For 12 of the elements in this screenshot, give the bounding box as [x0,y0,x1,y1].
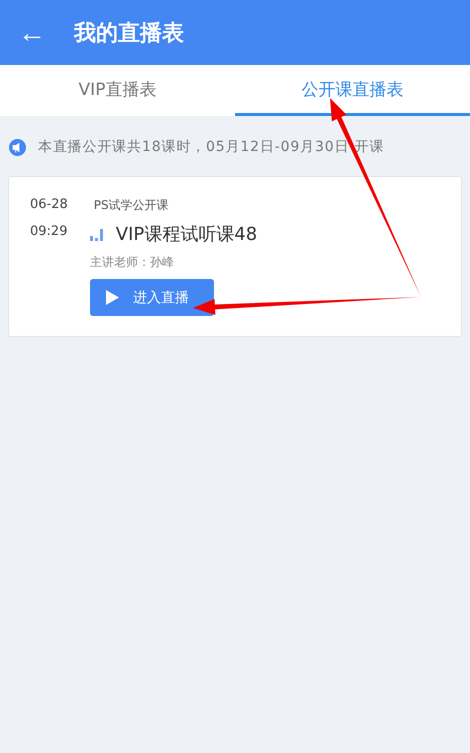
lesson-category: PS试学公开课 [94,197,169,214]
play-icon [106,290,119,305]
lesson-title: VIP课程试听课48 [116,223,258,246]
signal-bars-icon [90,227,104,241]
notice-text: 本直播公开课共18课时，05月12日-09月30日 开课 [38,138,384,156]
page-title: 我的直播表 [74,20,184,48]
lesson-time: 09:29 [30,224,68,239]
enter-live-button[interactable]: 进入直播 [90,279,214,316]
back-button[interactable]: ← [18,16,46,48]
teacher-name: 主讲老师：孙峰 [90,254,174,271]
lesson-date: 06-28 [30,197,68,212]
megaphone-icon [9,138,26,156]
